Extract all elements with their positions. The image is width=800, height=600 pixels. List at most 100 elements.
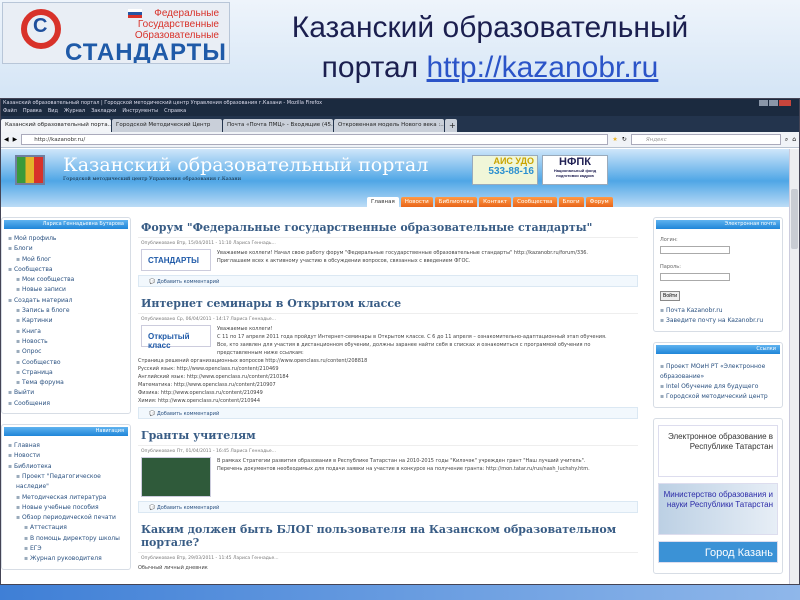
menu-item[interactable]: В помощь директору школы — [8, 534, 130, 544]
post-text: С 11 по 17 апреля 2011 года пройдут Инте… — [217, 334, 607, 340]
nav-news[interactable]: Новости — [400, 197, 433, 207]
nfpk-banner[interactable]: НФПК Национальный фонд подготовки кадров — [542, 155, 608, 185]
kazan-city-banner[interactable]: Город Казань — [658, 540, 778, 563]
menu-item[interactable]: Книга — [8, 327, 130, 337]
post-title[interactable]: Гранты учителям — [138, 425, 638, 446]
home-icon[interactable]: ⌂ — [792, 136, 796, 143]
password-input[interactable] — [660, 273, 730, 281]
post-text: представленным ниже ссылкам: — [217, 350, 304, 356]
menu-item[interactable]: Сообщения — [8, 399, 130, 409]
post-meta: Опубликовано Пт, 01/04/2011 - 16:45 Лари… — [141, 449, 276, 454]
tab-kazanobr[interactable]: Казанский образовательный порта... — [1, 119, 111, 132]
new-tab-button[interactable]: + — [445, 119, 457, 132]
menu-item[interactable]: Новые учебные пособия — [8, 503, 130, 513]
block-title: Навигация — [4, 427, 128, 437]
menu-item[interactable]: Создать материал — [8, 296, 130, 306]
add-comment-link[interactable]: 💬 Добавить комментарий — [138, 407, 638, 419]
link-intel[interactable]: Intel Обучение для будущего — [660, 382, 782, 392]
e-education-banner[interactable]: Электронное образование в Республике Тат… — [658, 424, 778, 477]
search-icon[interactable]: ⌕ — [785, 136, 788, 144]
post: Гранты учителям Опубликовано Пт, 01/04/20… — [138, 425, 638, 513]
menu-item[interactable]: Сообщества — [8, 265, 130, 275]
post-title[interactable]: Форум "Федеральные государственные образ… — [138, 217, 638, 238]
nav-forum[interactable]: Форум — [585, 197, 613, 207]
add-comment-link[interactable]: 💬 Добавить комментарий — [138, 501, 638, 513]
url-input[interactable]: http://kazanobr.ru/ — [21, 134, 609, 145]
nav-blogs[interactable]: Блоги — [558, 197, 584, 207]
link-e-education[interactable]: Проект МОиН РТ «Электронное образование» — [660, 362, 782, 383]
menu-item[interactable]: Мой блог — [8, 255, 130, 265]
title-line: портал — [321, 51, 419, 84]
menu-file[interactable]: Файл — [3, 107, 17, 116]
menu-item[interactable]: Методическая литература — [8, 493, 130, 503]
bookmark-star-icon[interactable]: ★ — [612, 136, 617, 143]
menu-item[interactable]: Мой профиль — [8, 234, 130, 244]
links-block: Ссылки Проект МОиН РТ «Электронное образ… — [653, 341, 783, 408]
back-icon[interactable]: ◀ — [4, 136, 9, 143]
tab-mail[interactable]: Почта «Почта ПМЦ» - Входящие (45... — [223, 119, 333, 132]
forward-icon[interactable]: ▶ — [13, 136, 18, 143]
menu-item[interactable]: Мои сообщества — [8, 275, 130, 285]
menu-help[interactable]: Справка — [164, 107, 186, 116]
menu-view[interactable]: Вид — [48, 107, 58, 116]
navigation-toolbar: ◀ ▶ http://kazanobr.ru/ ★ ↻ Яндекс ⌕ ⌂ — [1, 132, 799, 148]
ais-udo-banner[interactable]: АИС УДО 533-88-16 — [472, 155, 538, 185]
reload-icon[interactable]: ↻ — [622, 136, 627, 143]
post-text: Обычный личный дневник — [138, 565, 208, 571]
login-button[interactable]: Войти — [660, 291, 680, 301]
tab-gmc[interactable]: Городской Методический Центр — [112, 119, 222, 132]
close-button[interactable] — [779, 100, 791, 106]
banner-subtitle: Национальный фонд подготовки кадров — [553, 168, 597, 178]
site-nav: Главная Новости Библиотека Контакт Сообществ… — [367, 197, 613, 207]
tab-other[interactable]: Откровенная модель Нового века :... — [334, 119, 444, 132]
post-text: Перечень документов необходимых для пода… — [217, 466, 590, 472]
menu-item[interactable]: ЕГЭ — [8, 544, 130, 554]
post-title[interactable]: Каким должен быть БЛОГ пользователя на К… — [138, 519, 638, 553]
menu-bookmarks[interactable]: Закладки — [91, 107, 116, 116]
menu-item[interactable]: Библиотека — [8, 462, 130, 472]
menu-item[interactable]: Главная — [8, 441, 130, 451]
menu-bar: Файл Правка Вид Журнал Закладки Инструменты Сп… — [1, 107, 799, 116]
menu-history[interactable]: Журнал — [64, 107, 85, 116]
menu-tools[interactable]: Инструменты — [122, 107, 158, 116]
nav-communities[interactable]: Сообщества — [513, 197, 557, 207]
menu-item[interactable]: Обзор периодической печати — [8, 513, 130, 523]
login-input[interactable] — [660, 246, 730, 254]
search-input[interactable]: Яндекс — [630, 134, 781, 145]
menu-item[interactable]: Опрос — [8, 347, 130, 357]
menu-item[interactable]: Новость — [8, 337, 130, 347]
ministry-banner[interactable]: Министерство образования и науки Республ… — [658, 482, 778, 535]
menu-item[interactable]: Картинки — [8, 316, 130, 326]
menu-item[interactable]: Страница — [8, 368, 130, 378]
banner-phone: 533-88-16 — [488, 166, 534, 177]
menu-item[interactable]: Проект "Педагогическое наследие" — [8, 472, 130, 493]
title-line: Казанский образовательный — [291, 11, 689, 44]
post-title[interactable]: Интернет семинары в Открытом классе — [138, 293, 638, 314]
post-text: Физика: http://www.openclass.ru/content/… — [138, 390, 263, 396]
menu-item[interactable]: Запись в блоге — [8, 306, 130, 316]
menu-item[interactable]: Журнал руководителя — [8, 554, 130, 564]
nav-contact[interactable]: Контакт — [479, 197, 512, 207]
menu-item[interactable]: Сообщество — [8, 358, 130, 368]
add-comment-link[interactable]: 💬 Добавить комментарий — [138, 275, 638, 287]
menu-item[interactable]: Аттестация — [8, 523, 130, 533]
mail-link[interactable]: Почта Kazanobr.ru — [660, 306, 782, 316]
nav-library[interactable]: Библиотека — [434, 197, 478, 207]
portal-link[interactable]: http://kazanobr.ru — [427, 51, 659, 84]
vertical-scrollbar[interactable] — [789, 149, 799, 584]
minimize-button[interactable] — [759, 100, 768, 106]
site-logo-icon[interactable] — [15, 155, 45, 185]
post-text: Уважаемые коллеги! — [217, 326, 273, 332]
menu-item[interactable]: Блоги — [8, 244, 130, 254]
menu-item[interactable]: Новости — [8, 451, 130, 461]
menu-item[interactable]: Новые записи — [8, 285, 130, 295]
menu-item[interactable]: Тема форума — [8, 378, 130, 388]
menu-item[interactable]: Выйти — [8, 388, 130, 398]
create-mail-link[interactable]: Заведите почту на Kazanobr.ru — [660, 316, 782, 326]
menu-edit[interactable]: Правка — [23, 107, 42, 116]
link-gmc[interactable]: Городской методический центр — [660, 392, 782, 402]
maximize-button[interactable] — [769, 100, 778, 106]
nav-home[interactable]: Главная — [367, 197, 399, 207]
login-block: Электронная почта Логин: Пароль: Войти П… — [653, 217, 783, 332]
logo-line: Федеральные — [154, 8, 219, 19]
